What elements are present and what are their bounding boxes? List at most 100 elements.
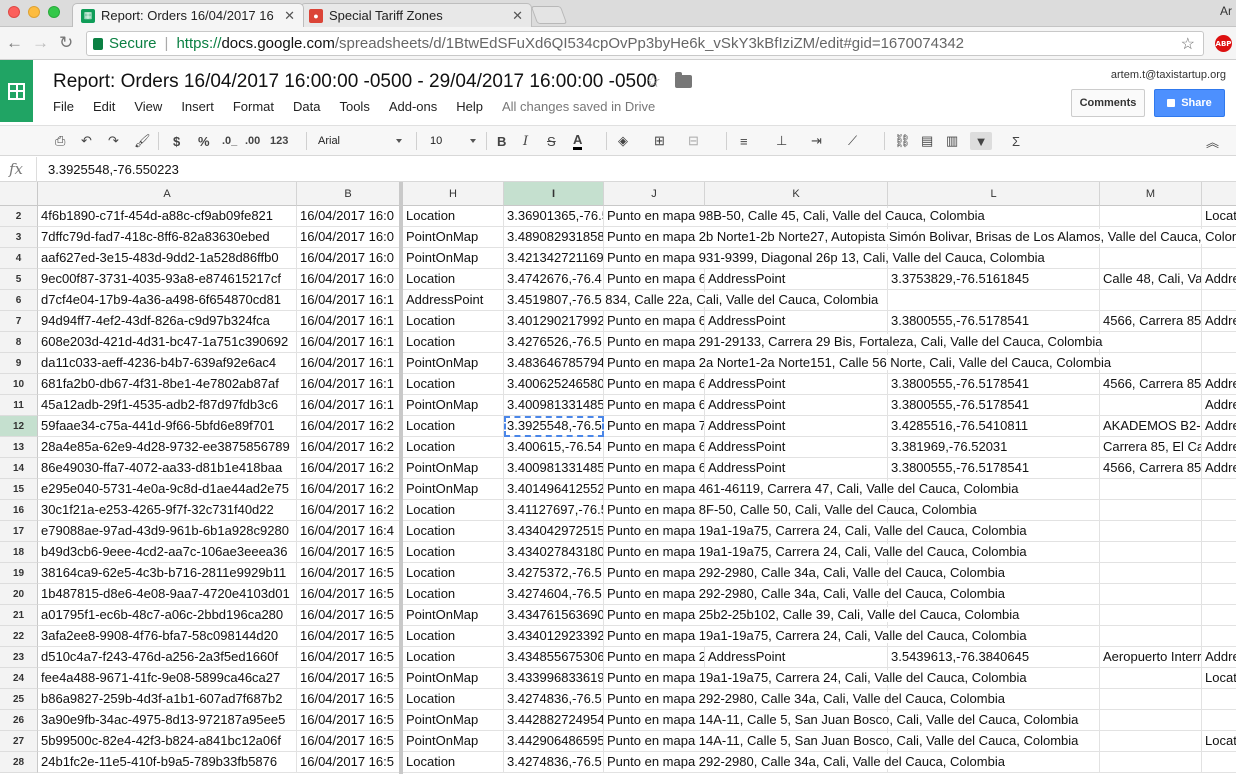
cell-b[interactable]: 16/04/2017 16:1 <box>297 395 400 416</box>
strikethrough-button[interactable]: S <box>547 132 556 150</box>
cell-i[interactable]: 3.434012923392 <box>504 626 604 647</box>
row-header[interactable]: 12 <box>0 416 38 437</box>
cell-a[interactable]: 38164ca9-62e5-4c3b-b716-2811e9929b11 <box>38 563 297 584</box>
cell-i[interactable]: 3.4519807,-76.5 834, Calle 22a, Cali, Va… <box>504 290 880 311</box>
cell-n2[interactable] <box>1202 332 1236 353</box>
column-header-m[interactable]: M <box>1100 182 1202 206</box>
cell-b[interactable]: 16/04/2017 16:2 <box>297 437 400 458</box>
row-header[interactable]: 16 <box>0 500 38 521</box>
increase-decimal-button[interactable]: .00 <box>245 132 260 150</box>
cell-l[interactable]: 3.3800555,-76.5178541 <box>888 458 1100 479</box>
cell-l[interactable]: 3.4285516,-76.5410811 <box>888 416 1100 437</box>
cell-m[interactable] <box>1100 668 1202 689</box>
cell-n2[interactable]: Locat <box>1202 206 1236 227</box>
cell-i[interactable]: 3.434027843180 <box>504 542 604 563</box>
cell-k[interactable]: AddressPoint <box>705 647 888 668</box>
font-size-select[interactable]: 10 <box>430 131 476 151</box>
cell-j[interactable]: Punto en mapa 292-2980, Calle 34a, Cali,… <box>604 584 1006 605</box>
cell-j[interactable]: Punto en mapa 14A-11, Calle 5, San Juan … <box>604 731 1080 752</box>
save-status[interactable]: All changes saved in Drive <box>502 99 655 114</box>
vertical-align-icon[interactable]: ⊥ <box>776 132 787 150</box>
cell-j[interactable]: Punto en mapa 2a Norte1-2a Norte151, Cal… <box>604 353 1113 374</box>
cell-k[interactable]: AddressPoint <box>705 395 888 416</box>
cell-h[interactable]: Location <box>403 332 504 353</box>
cell-m[interactable] <box>1100 206 1202 227</box>
menu-insert[interactable]: Insert <box>181 99 214 114</box>
cell-a[interactable]: 86e49030-ffa7-4072-aa33-d81b1e418baa <box>38 458 297 479</box>
cell-h[interactable]: PointOnMap <box>403 731 504 752</box>
cell-b[interactable]: 16/04/2017 16:5 <box>297 563 400 584</box>
column-header-i[interactable]: I <box>504 182 604 206</box>
more-formats-button[interactable]: 123 <box>270 132 288 150</box>
column-header-j[interactable]: J <box>604 182 705 206</box>
row-header[interactable]: 17 <box>0 521 38 542</box>
row-header[interactable]: 5 <box>0 269 38 290</box>
cell-n2[interactable] <box>1202 353 1236 374</box>
user-email[interactable]: artem.t@taxistartup.org <box>1111 69 1226 81</box>
cell-m[interactable] <box>1100 605 1202 626</box>
menu-addons[interactable]: Add-ons <box>389 99 437 114</box>
cell-h[interactable]: PointOnMap <box>403 458 504 479</box>
cell-i[interactable]: 3.41127697,-76.5 <box>504 500 604 521</box>
row-header[interactable]: 28 <box>0 752 38 773</box>
cell-a[interactable]: e79088ae-97ad-43d9-961b-6b1a928c9280 <box>38 521 297 542</box>
cell-j[interactable]: Punto en mapa 2b Norte1-2b Norte27, Auto… <box>604 227 1236 248</box>
cell-b[interactable]: 16/04/2017 16:0 <box>297 206 400 227</box>
cell-h[interactable]: Location <box>403 752 504 773</box>
cell-h[interactable]: Location <box>403 437 504 458</box>
cell-m[interactable] <box>1100 332 1202 353</box>
horizontal-align-icon[interactable]: ≡ <box>740 132 748 150</box>
print-icon[interactable]: ⎙ <box>55 132 65 150</box>
row-header[interactable]: 18 <box>0 542 38 563</box>
cell-b[interactable]: 16/04/2017 16:0 <box>297 227 400 248</box>
browser-tab-report[interactable]: ▦ Report: Orders 16/04/2017 16 ✕ <box>72 3 304 27</box>
cell-j[interactable]: Punto en mapa 292-2980, Calle 34a, Cali,… <box>604 752 1006 773</box>
menu-data[interactable]: Data <box>293 99 320 114</box>
cell-m[interactable] <box>1100 395 1202 416</box>
browser-tab-tariff-zones[interactable]: ● Special Tariff Zones ✕ <box>300 3 532 27</box>
cell-h[interactable]: Location <box>403 416 504 437</box>
column-header-a[interactable]: A <box>38 182 297 206</box>
cell-j[interactable]: Punto en mapa 19a1-19a75, Carrera 24, Ca… <box>604 542 1028 563</box>
row-header[interactable]: 20 <box>0 584 38 605</box>
cell-l[interactable] <box>888 290 1100 311</box>
cell-h[interactable]: PointOnMap <box>403 395 504 416</box>
cell-n2[interactable] <box>1202 584 1236 605</box>
cell-m[interactable] <box>1100 752 1202 773</box>
cell-m[interactable] <box>1100 542 1202 563</box>
back-arrow-icon[interactable]: ← <box>6 33 23 53</box>
cell-j[interactable]: Punto en mapa 6 <box>604 437 705 458</box>
menu-edit[interactable]: Edit <box>93 99 115 114</box>
cell-h[interactable]: PointOnMap <box>403 668 504 689</box>
column-header-k[interactable]: K <box>705 182 888 206</box>
cell-i[interactable]: 3.400981331485 <box>504 458 604 479</box>
profile-name[interactable]: Ar <box>1220 4 1232 18</box>
cell-j[interactable]: Punto en mapa 292-2980, Calle 34a, Cali,… <box>604 689 1006 710</box>
cell-n2[interactable]: Addre <box>1202 269 1236 290</box>
close-window-button[interactable] <box>8 6 20 18</box>
cell-m[interactable] <box>1100 584 1202 605</box>
cell-b[interactable]: 16/04/2017 16:1 <box>297 332 400 353</box>
cell-j[interactable]: Punto en mapa 19a1-19a75, Carrera 24, Ca… <box>604 521 1028 542</box>
row-header[interactable]: 14 <box>0 458 38 479</box>
cell-h[interactable]: PointOnMap <box>403 479 504 500</box>
row-header[interactable]: 15 <box>0 479 38 500</box>
cell-a[interactable]: 45a12adb-29f1-4535-adb2-f87d97fdb3c6 <box>38 395 297 416</box>
cell-m[interactable]: 4566, Carrera 85 <box>1100 311 1202 332</box>
cell-a[interactable]: 9ec00f87-3731-4035-93a8-e874615217cf <box>38 269 297 290</box>
cell-n2[interactable] <box>1202 752 1236 773</box>
cell-b[interactable]: 16/04/2017 16:2 <box>297 500 400 521</box>
insert-comment-icon[interactable]: ▤ <box>921 132 933 150</box>
frozen-column-divider[interactable] <box>399 182 403 774</box>
cell-l[interactable]: 3.381969,-76.52031 <box>888 437 1100 458</box>
cell-n2[interactable]: Addre <box>1202 458 1236 479</box>
row-header[interactable]: 2 <box>0 206 38 227</box>
cell-m[interactable] <box>1100 500 1202 521</box>
cell-h[interactable]: Location <box>403 521 504 542</box>
cell-k[interactable]: AddressPoint <box>705 437 888 458</box>
percent-format-button[interactable]: % <box>198 132 210 150</box>
cell-j[interactable]: Punto en mapa 6 <box>604 458 705 479</box>
cell-j[interactable]: Punto en mapa 7 <box>604 416 705 437</box>
cell-h[interactable]: Location <box>403 269 504 290</box>
cell-n2[interactable]: Addre <box>1202 395 1236 416</box>
